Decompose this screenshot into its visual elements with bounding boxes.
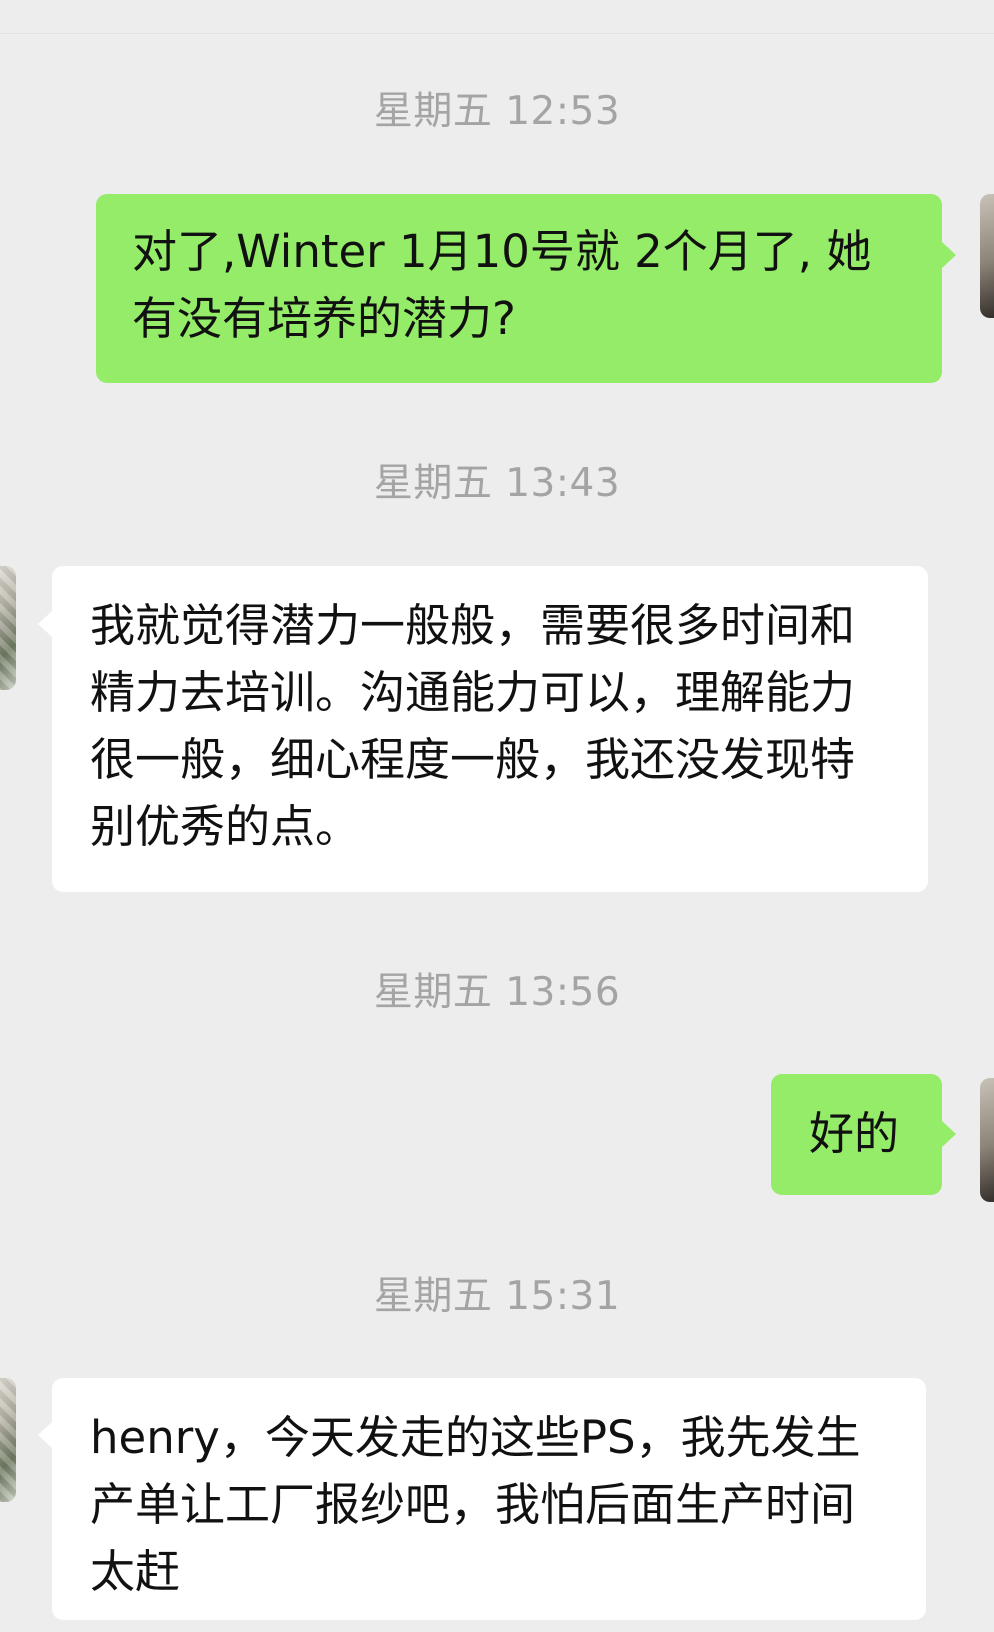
contact-avatar[interactable] [0,566,16,690]
message-text: henry，今天发走的这些PS，我先发生产单让工厂报纱吧，我怕后面生产时间太赶 [90,1411,861,1598]
incoming-message-bubble[interactable]: 我就觉得潜力一般般，需要很多时间和精力去培训。沟通能力可以，理解能力很一般，细心… [52,566,928,892]
bubble-tail [942,1121,956,1147]
outgoing-message-bubble[interactable]: 好的 [771,1074,942,1195]
message-text: 对了,Winter 1月10号就 2个月了, 她有没有培养的潜力? [132,225,872,345]
outgoing-message-bubble[interactable]: 对了,Winter 1月10号就 2个月了, 她有没有培养的潜力? [96,194,942,383]
bubble-tail [38,611,52,637]
top-bar [0,0,994,34]
message-text: 好的 [809,1107,900,1160]
bubble-tail [38,1422,52,1448]
message-text: 我就觉得潜力一般般，需要很多时间和精力去培训。沟通能力可以，理解能力很一般，细心… [90,599,856,853]
self-avatar[interactable] [980,194,994,318]
message-timestamp: 星期五 13:56 [373,970,621,1015]
incoming-message-bubble[interactable]: henry，今天发走的这些PS，我先发生产单让工厂报纱吧，我怕后面生产时间太赶 [52,1378,926,1620]
message-timestamp: 星期五 15:31 [373,1274,621,1319]
chat-window[interactable]: 星期五 12:53 对了,Winter 1月10号就 2个月了, 她有没有培养的… [0,0,994,1632]
contact-avatar[interactable] [0,1378,16,1502]
message-timestamp: 星期五 13:43 [373,461,621,506]
self-avatar[interactable] [980,1078,994,1202]
bubble-tail [942,242,956,268]
message-timestamp: 星期五 12:53 [373,89,621,134]
